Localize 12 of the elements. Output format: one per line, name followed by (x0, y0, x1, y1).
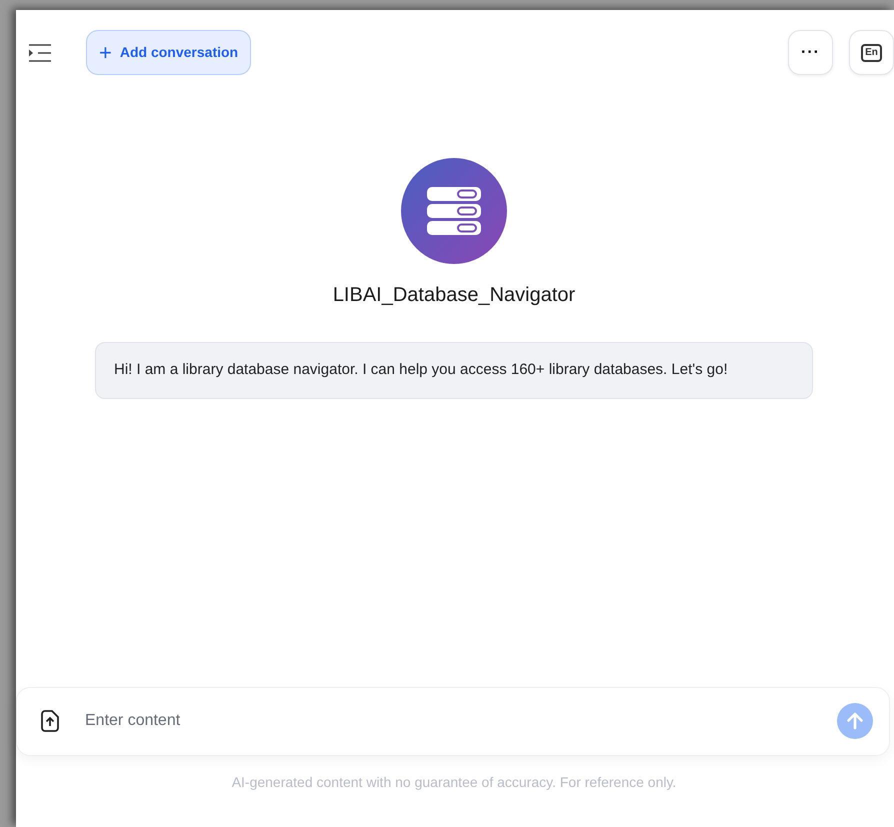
disclaimer-text: AI-generated content with no guarantee of accuracy. For reference only. (230, 772, 678, 792)
message-field[interactable]: Enter content (16, 686, 890, 756)
bot-name: LIBAI_Database_Navigator (332, 283, 576, 308)
more-button[interactable]: ··· (788, 30, 833, 75)
database-icon (426, 186, 482, 236)
sidebar-toggle-icon[interactable] (28, 44, 52, 62)
add-conversation-button[interactable]: + Add conversation (86, 30, 252, 75)
message-input[interactable]: Enter content (83, 708, 821, 734)
upload-file-icon[interactable] (41, 710, 59, 732)
language-button[interactable]: En (849, 30, 894, 75)
arrow-up-icon (845, 711, 865, 731)
message-bubble: Hi! I am a library database navigator. I can help you access 160+ library databases. Let's go! (95, 342, 813, 398)
